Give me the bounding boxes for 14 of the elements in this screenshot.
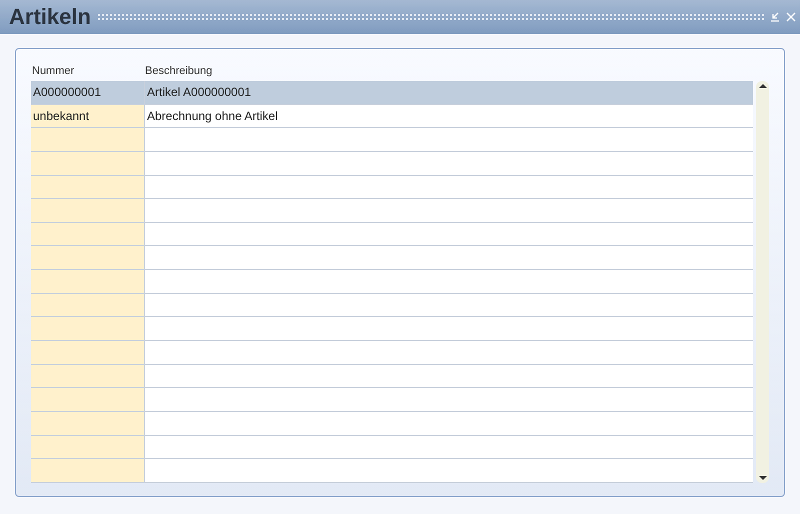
table-cell: Artikel A000000001 (144, 81, 753, 104)
column-header[interactable]: Beschreibung (144, 62, 212, 80)
table-row[interactable]: A000000001 Artikel A000000001 (31, 81, 753, 105)
table-cell: Abrechnung ohne Artikel (144, 104, 753, 128)
window-title: Artikeln (9, 6, 91, 28)
table-cell-text: A000000001 (32, 84, 102, 102)
minimize-icon[interactable] (770, 12, 780, 22)
scroll-down-icon[interactable] (758, 475, 766, 481)
table-row[interactable]: unbekannt Abrechnung ohne Artikel (31, 104, 753, 128)
scrollbar[interactable] (756, 81, 769, 483)
scroll-up-icon[interactable] (758, 83, 766, 89)
close-icon[interactable] (786, 12, 796, 22)
column-header[interactable]: Nummer (31, 62, 144, 80)
table-cell: unbekannt (31, 104, 144, 128)
